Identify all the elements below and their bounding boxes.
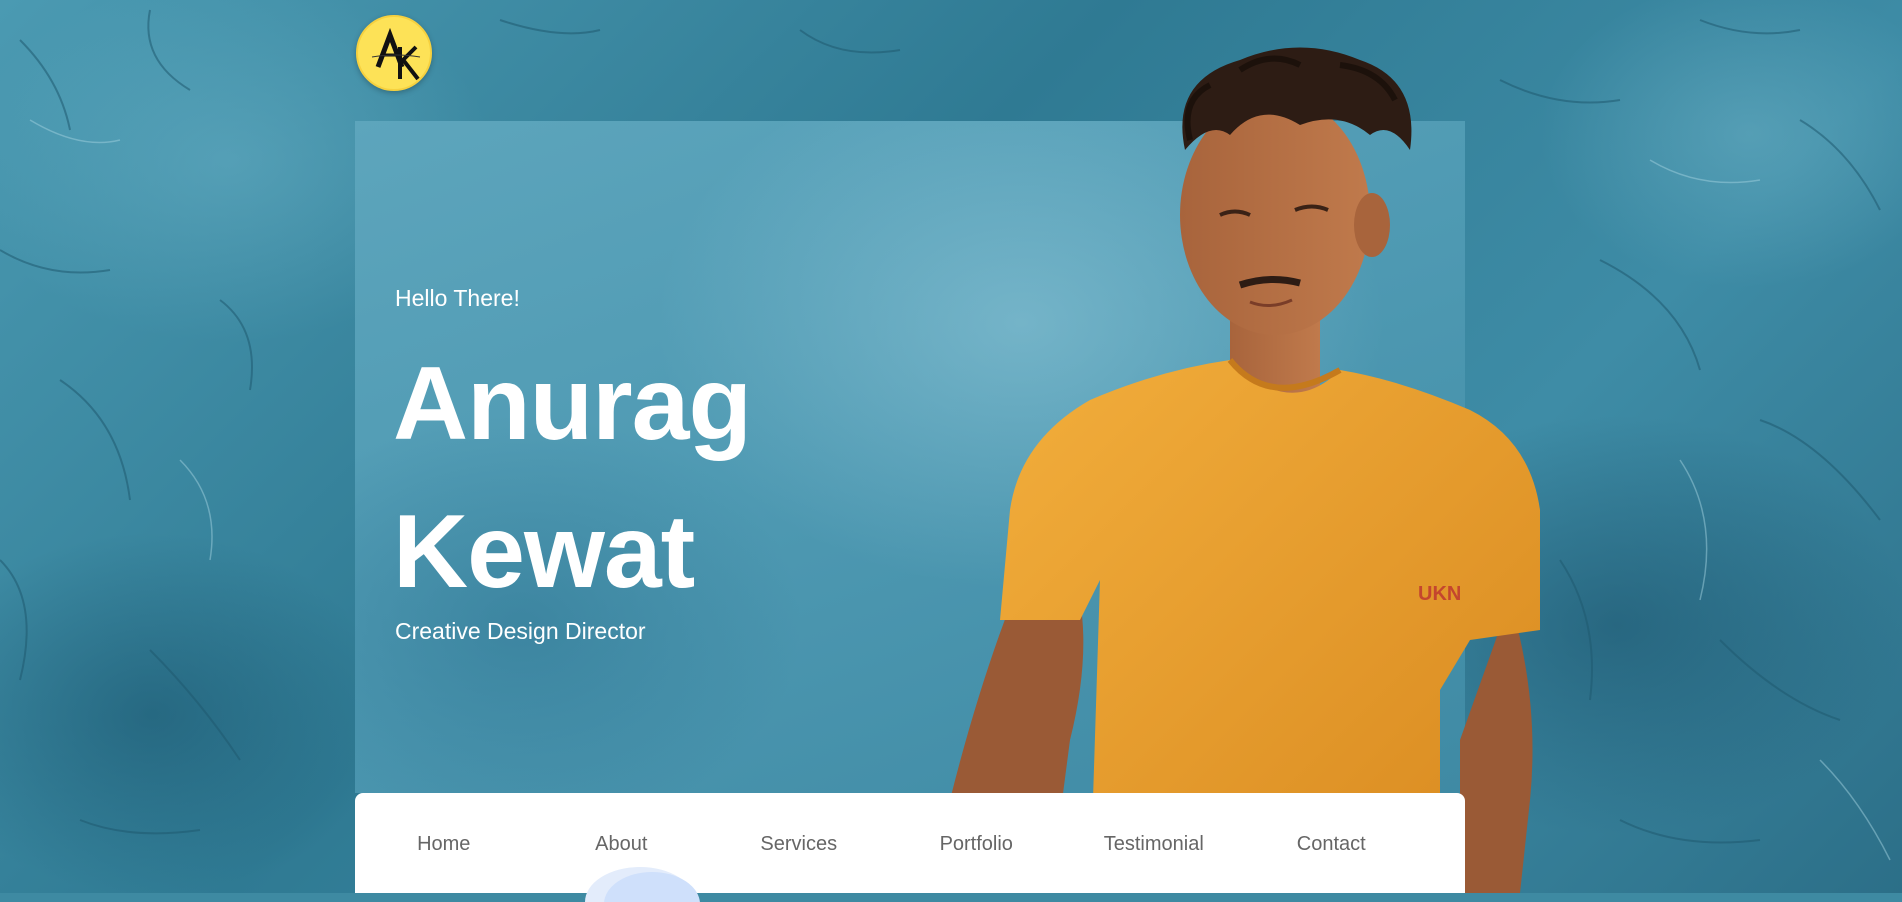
nav-portfolio[interactable]: Portfolio (888, 793, 1066, 893)
ak-monogram-icon (371, 27, 421, 81)
site-logo[interactable] (356, 15, 432, 91)
active-indicator-blob (585, 867, 700, 902)
nav-testimonial[interactable]: Testimonial (1065, 793, 1243, 893)
main-navigation: Home About Services Portfolio Testimonia… (355, 793, 1465, 893)
hero-name: Anurag Kewat (393, 330, 752, 626)
nav-home[interactable]: Home (355, 793, 533, 893)
hero-greeting: Hello There! (395, 285, 520, 311)
hero-first-name: Anurag (393, 346, 752, 462)
nav-contact[interactable]: Contact (1243, 793, 1421, 893)
hero-last-name: Kewat (393, 494, 695, 610)
shirt-logo: UKN (1418, 583, 1461, 605)
hero-role: Creative Design Director (395, 618, 646, 644)
nav-services[interactable]: Services (710, 793, 888, 893)
portrait-image: UKN (940, 47, 1540, 893)
